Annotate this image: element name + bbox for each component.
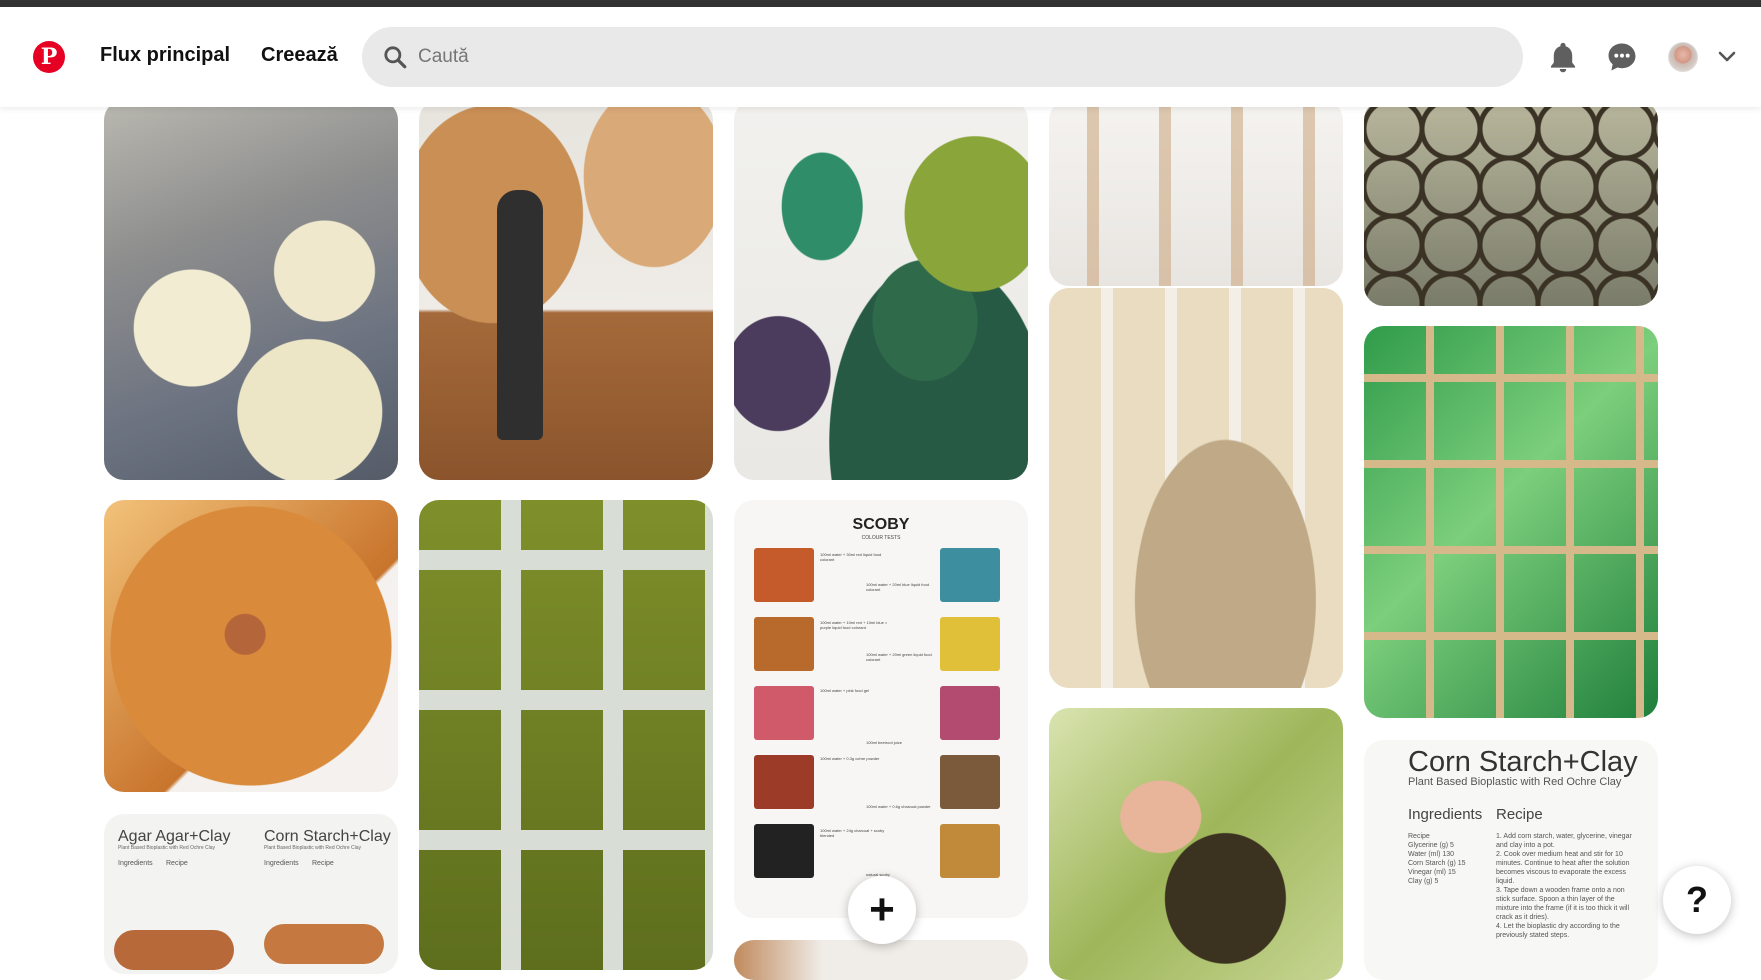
- help-icon: ?: [1686, 879, 1708, 920]
- agar-subtitle-right: Plant Based Bioplastic with Red Ochre Cl…: [264, 845, 361, 851]
- pin-partial-bottom[interactable]: [734, 940, 1028, 980]
- agar-title-right: Corn Starch+Clay: [264, 828, 391, 845]
- pin-furniture-models[interactable]: [1049, 100, 1343, 286]
- pin-cornstarch-recipe[interactable]: Corn Starch+Clay Plant Based Bioplastic …: [1364, 740, 1658, 980]
- cornstarch-title: Corn Starch+Clay: [1408, 746, 1638, 778]
- agar-recipe-left: Recipe: [166, 860, 188, 867]
- bell-icon[interactable]: [1546, 40, 1580, 74]
- pin-fiber-mats[interactable]: [104, 100, 398, 480]
- pin-algae-roots[interactable]: [1049, 708, 1343, 980]
- help-button[interactable]: ?: [1663, 866, 1731, 934]
- window-top-bar: [0, 0, 1761, 7]
- create-pin-button[interactable]: +: [848, 876, 916, 944]
- scoby-subtitle: COLOUR TESTS: [861, 535, 901, 541]
- agar-title-left: Agar Agar+Clay: [118, 828, 231, 845]
- user-avatar[interactable]: [1668, 42, 1698, 72]
- pin-studio-installation[interactable]: [419, 100, 713, 480]
- cornstarch-recipe-heading: Recipe: [1496, 806, 1543, 823]
- plus-icon: +: [869, 885, 895, 934]
- scoby-title: SCOBY: [852, 516, 910, 533]
- nav-create-link[interactable]: Creează: [261, 44, 338, 67]
- search-bar[interactable]: [362, 27, 1523, 87]
- pin-green-panels[interactable]: [1364, 326, 1658, 718]
- pin-circle-pattern[interactable]: [1364, 100, 1658, 306]
- pin-moss-samples[interactable]: [734, 100, 1028, 480]
- top-navigation: P Flux principal Creează: [0, 7, 1761, 107]
- pin-amber-bioplastic[interactable]: [104, 500, 398, 792]
- cornstarch-subtitle: Plant Based Bioplastic with Red Ochre Cl…: [1408, 776, 1622, 788]
- pin-algae-grid[interactable]: [419, 500, 713, 970]
- pin-mycelium-bricks[interactable]: [1049, 288, 1343, 688]
- pinterest-logo[interactable]: P: [33, 41, 65, 73]
- chevron-down-icon[interactable]: [1718, 51, 1736, 63]
- agar-recipe-right: Recipe: [312, 860, 334, 867]
- search-input[interactable]: [418, 46, 1418, 68]
- pin-agar-recipe[interactable]: Agar Agar+Clay Corn Starch+Clay Plant Ba…: [104, 814, 398, 974]
- search-icon: [384, 46, 407, 69]
- nav-home-link[interactable]: Flux principal: [100, 44, 230, 67]
- chat-icon[interactable]: [1605, 40, 1639, 74]
- pin-scoby-colour-tests[interactable]: SCOBY COLOUR TESTS 100ml water + 30ml re…: [734, 500, 1028, 918]
- person-figure: [497, 190, 543, 440]
- agar-subtitle-left: Plant Based Bioplastic with Red Ochre Cl…: [118, 845, 215, 851]
- agar-ingredients-right: Ingredients: [264, 860, 299, 867]
- cornstarch-ingredients-heading: Ingredients: [1408, 806, 1483, 823]
- agar-ingredients-left: Ingredients: [118, 860, 153, 867]
